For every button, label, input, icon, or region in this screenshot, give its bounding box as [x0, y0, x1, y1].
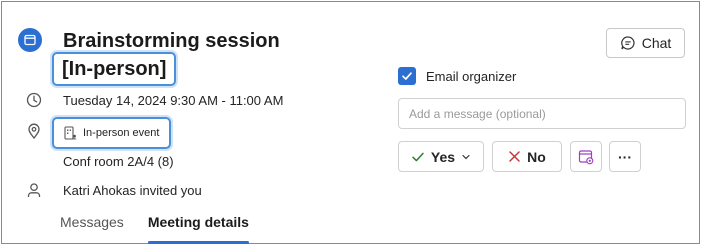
email-organizer-label[interactable]: Email organizer	[426, 69, 516, 84]
message-input[interactable]	[398, 98, 686, 129]
meeting-card: Brainstorming session [In-person] Tuesda…	[1, 1, 700, 244]
checkmark-icon	[412, 152, 424, 161]
calendar-icon	[18, 28, 42, 52]
more-horizontal-icon: ···	[618, 148, 632, 165]
meeting-datetime: Tuesday 14, 2024 9:30 AM - 11:00 AM	[63, 93, 284, 108]
chat-bubble-icon	[620, 36, 635, 50]
checkmark-icon	[402, 72, 412, 80]
clock-icon	[26, 92, 42, 108]
meeting-subtitle: [In-person]	[52, 52, 177, 86]
meeting-room: Conf room 2A/4 (8)	[63, 154, 174, 169]
in-person-event-label: In-person event	[83, 127, 160, 139]
in-person-event-chip[interactable]: In-person event	[52, 117, 172, 149]
details-tabs: Messages Meeting details	[60, 214, 250, 244]
calendar-view-button[interactable]	[570, 141, 602, 172]
chevron-down-icon	[462, 154, 470, 159]
location-pin-icon	[28, 123, 40, 139]
yes-button[interactable]: Yes	[398, 141, 484, 172]
organizer-text: Katri Ahokas invited you	[63, 183, 202, 198]
no-button[interactable]: No	[492, 141, 562, 172]
meeting-title: Brainstorming session	[63, 30, 280, 52]
building-icon	[64, 126, 77, 140]
chat-label: Chat	[641, 35, 672, 51]
chat-button[interactable]: Chat	[606, 28, 685, 58]
tab-messages[interactable]: Messages	[60, 214, 124, 240]
yes-label: Yes	[430, 148, 456, 165]
email-organizer-checkbox[interactable]	[398, 67, 416, 85]
calendar-view-icon	[578, 149, 594, 164]
person-icon	[27, 183, 41, 197]
no-label: No	[527, 148, 546, 165]
x-icon	[509, 151, 520, 162]
tab-meeting-details[interactable]: Meeting details	[147, 214, 250, 244]
more-options-button[interactable]: ···	[609, 141, 641, 172]
